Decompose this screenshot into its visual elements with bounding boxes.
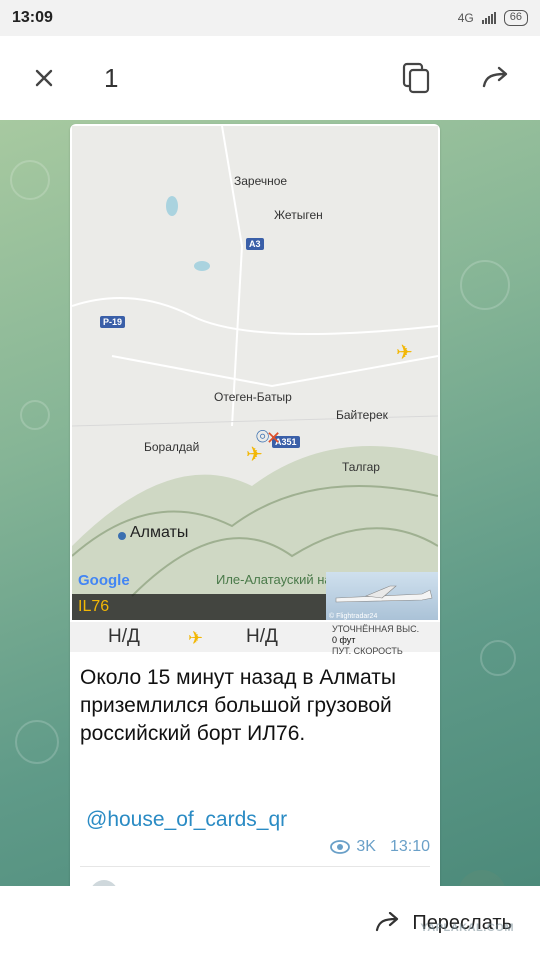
map-label-almaty: Алматы <box>130 524 189 541</box>
map-label-bayterek: Байтерек <box>336 408 388 422</box>
status-time: 13:09 <box>12 9 53 26</box>
current-location-dot <box>118 532 126 540</box>
message-text: Около 15 минут назад в Алматы приземлилс… <box>80 666 396 745</box>
flight-info-panel: Н/Д ✈ Н/Д УТОЧНЁННАЯ ВЫС. 0 фут ПУТ. СКО… <box>70 622 440 656</box>
map-image[interactable]: Заречное Жетыген A3 P-19 Отеген-Батыр Ба… <box>72 126 438 620</box>
copy-icon[interactable] <box>396 58 436 98</box>
forward-arrow-icon[interactable] <box>476 58 516 98</box>
forward-arrow-icon <box>376 912 399 932</box>
map-terrain <box>72 126 438 620</box>
road-a3: A3 <box>246 238 264 250</box>
wallpaper-doodle <box>480 640 516 676</box>
network-type: 4G <box>457 11 474 25</box>
selection-count: 1 <box>104 62 119 93</box>
status-bar: 13:09 4G 66 <box>0 0 540 36</box>
message-bubble[interactable]: Заречное Жетыген A3 P-19 Отеген-Батыр Ба… <box>70 124 440 886</box>
message-time: 13:10 <box>389 838 430 855</box>
info-value-right: Н/Д <box>246 626 278 647</box>
wallpaper-doodle <box>20 400 50 430</box>
channel-link[interactable]: @house_of_cards_qr <box>86 808 287 832</box>
close-icon[interactable] <box>24 58 64 98</box>
chat-background: Заречное Жетыген A3 P-19 Отеген-Батыр Ба… <box>0 120 540 886</box>
altitude-value: 0 фут <box>332 635 356 645</box>
plane-icon: ✈ <box>188 628 204 648</box>
info-value-left: Н/Д <box>108 626 140 647</box>
photo-credit: © Flightradar24 <box>329 613 378 620</box>
message-divider <box>80 866 430 867</box>
wallpaper-doodle <box>15 720 59 764</box>
message-meta: 3K 13:10 <box>330 838 430 856</box>
google-logo: Google <box>78 572 130 589</box>
status-indicators: 4G 66 <box>458 10 528 26</box>
map-label-otegen: Отеген-Батыр <box>214 390 292 404</box>
road-r19: P-19 <box>100 316 126 328</box>
view-count: 3K <box>356 838 376 855</box>
watermark: YAPLAKAL.COM <box>420 922 514 934</box>
speed-label: ПУТ. СКОРОСТЬ <box>332 646 403 656</box>
altitude-label: УТОЧНЁННАЯ ВЫС. <box>332 624 420 634</box>
bottom-action-bar: Переслать YAPLAKAL.COM <box>0 886 540 960</box>
map-label-zarechnoe: Заречное <box>234 174 288 188</box>
aircraft-photo: © Flightradar24 <box>326 572 438 620</box>
battery-level: 66 <box>503 10 528 26</box>
close-marker-icon: ✕ <box>266 428 282 448</box>
map-label-boraldai: Боралдай <box>144 440 200 454</box>
plane-icon: ✈ <box>396 342 413 364</box>
wallpaper-doodle <box>460 260 510 310</box>
wallpaper-doodle <box>10 160 50 200</box>
map-label-talgar: Талгар <box>342 460 380 474</box>
eye-icon <box>330 840 351 854</box>
top-toolbar: 1 <box>0 36 540 120</box>
altitude-info: УТОЧНЁННАЯ ВЫС. 0 фут ПУТ. СКОРОСТЬ <box>332 624 419 657</box>
signal-icon <box>481 12 496 24</box>
map-label-zhetygen: Жетыген <box>274 208 323 222</box>
flight-code: IL76 <box>72 594 326 620</box>
